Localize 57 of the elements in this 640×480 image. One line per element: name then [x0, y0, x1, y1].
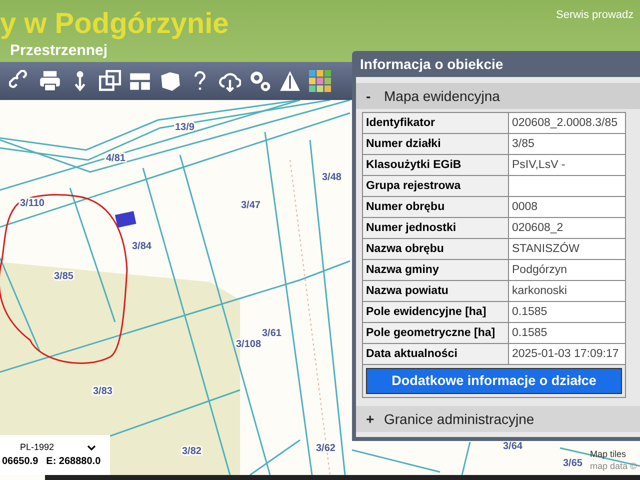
- parcel-label: 3/110: [20, 198, 44, 209]
- table-cell: Nazwa obrębu: [363, 239, 509, 259]
- parcel-label: 13/9: [175, 122, 194, 133]
- printer-icon[interactable]: [39, 70, 61, 92]
- table-cell: Nazwa powiatu: [363, 281, 509, 301]
- table-cell: Klasoużytki EGiB: [363, 155, 509, 175]
- coordinate-value: 06650.9: [2, 455, 38, 470]
- parcel-label: 3/83: [93, 386, 112, 397]
- shape-icon[interactable]: [159, 70, 181, 92]
- parcel-label: 4/81: [106, 153, 126, 164]
- parcel-label: 3/61: [262, 328, 282, 339]
- table-cell-text: 020608_2.0008.3/85: [511, 116, 619, 131]
- table-cell: Numer działki: [363, 134, 509, 154]
- table-cell: Numer jednostki: [363, 218, 509, 238]
- parcel-label: 3/84: [132, 241, 152, 252]
- table-cell-text: 0.1585: [511, 326, 548, 341]
- table-cell: Nazwa gminy: [363, 260, 509, 280]
- table-cell: Grupa rejestrowa: [363, 176, 509, 196]
- marker-icon[interactable]: [114, 211, 136, 228]
- parcel-label: 3/85: [54, 271, 74, 282]
- cloud-download-icon[interactable]: [219, 70, 241, 92]
- table-cell-text: 020608_2: [511, 221, 564, 236]
- table-cell-text: 0008: [511, 200, 539, 215]
- table-cell-text: STANISZÓW: [511, 241, 581, 257]
- table-cell-text: 0.1585: [511, 305, 548, 320]
- table-cell: Numer obrębu: [363, 197, 509, 217]
- table-cell-text: 3/85: [511, 137, 536, 152]
- coordinate-system-dropdown[interactable]: PL-1992: [2, 440, 108, 454]
- table-cell: Pole geometryczne [ha]: [363, 323, 509, 343]
- window-title: Informacja o obiekcie: [359, 55, 504, 74]
- site-subtitle: Przestrzennej: [9, 42, 109, 60]
- parcel-label: 3/65: [563, 458, 582, 469]
- parcel-label: 3/64: [503, 441, 522, 452]
- parcel-label: 3/48: [322, 172, 342, 183]
- table-cell: Data aktualności: [363, 344, 509, 364]
- table-cell: Identyfikator: [363, 113, 509, 133]
- details-button[interactable]: Dodatkowe informacje o działce: [366, 368, 622, 394]
- section-header[interactable]: + Granice administracyjne: [356, 406, 640, 432]
- settings-icon[interactable]: [249, 70, 271, 92]
- parcel-label: 3/108: [236, 339, 262, 350]
- coordinate-value: E: 268880.0: [46, 455, 101, 470]
- attribution-text: Map tiles: [590, 448, 628, 460]
- color-grid-icon[interactable]: [309, 70, 331, 92]
- parcel-label: 3/47: [241, 200, 260, 211]
- table-cell-text: PsIV,LsV -: [511, 158, 566, 173]
- table-cell: Pole ewidencyjne [ha]: [363, 302, 509, 322]
- table-cell-text: Podgórzyn: [511, 263, 568, 278]
- service-note: Serwis prowadz: [556, 8, 634, 23]
- parcel-label: 3/62: [316, 443, 336, 454]
- warning-icon[interactable]: [279, 70, 301, 92]
- site-title: y w Podgórzynie: [0, 7, 229, 42]
- table-cell-text: karkonoski: [511, 284, 568, 299]
- table-cell-text: 2025-01-03 17:09:17: [511, 347, 620, 362]
- chevron-icon: [87, 444, 96, 450]
- section-header[interactable]: - Mapa ewidencyjna: [356, 83, 640, 109]
- parcel-label: 3/82: [182, 446, 202, 457]
- windows-icon[interactable]: [99, 70, 121, 92]
